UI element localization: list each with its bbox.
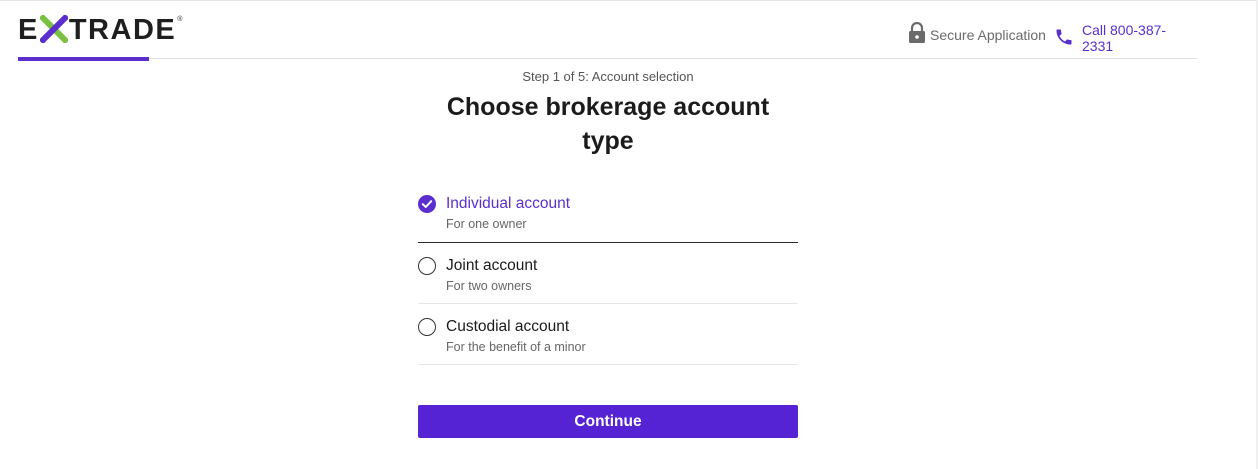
account-type-options: Individual account For one owner Joint a… [418,181,798,365]
option-joint-account[interactable]: Joint account For two owners [418,243,798,304]
option-label: Individual account [446,195,571,212]
lock-icon [908,21,926,47]
header-active-indicator [18,57,149,61]
check-icon [421,200,433,208]
page-title-line2: type [582,127,634,155]
radio-checked[interactable] [418,195,436,213]
option-label: Custodial account [446,318,570,335]
step-indicator: Step 1 of 5: Account selection [522,69,694,84]
option-description: For the benefit of a minor [446,340,586,354]
header-divider [18,58,1197,59]
option-custodial-account[interactable]: Custodial account For the benefit of a m… [418,304,798,365]
site-header: E TRADE ® Secure Application Call 800-38… [0,0,1197,61]
radio-unchecked[interactable] [418,257,436,275]
phone-icon [1054,27,1074,50]
secure-application-label: Secure Application [930,26,1046,43]
logo-left-letter: E [18,13,39,46]
phone-label: Call 800-387-2331 [1082,22,1167,54]
continue-button[interactable]: Continue [418,405,798,438]
etrade-logo[interactable]: E TRADE ® [18,13,184,46]
option-description: For two owners [446,279,532,293]
logo-registered-mark: ® [177,15,184,23]
option-description: For one owner [446,217,527,231]
secure-application: Secure Application [908,21,1046,47]
logo-right-text: TRADE [68,13,177,46]
page-title: Choose brokerage account type [418,90,798,158]
radio-unchecked[interactable] [418,318,436,336]
logo-x-mark [38,13,70,45]
page-title-line1: Choose brokerage account [446,93,770,121]
option-individual-account[interactable]: Individual account For one owner [418,181,798,243]
call-link[interactable]: Call 800-387-2331 [1054,22,1197,54]
option-label: Joint account [446,257,538,274]
